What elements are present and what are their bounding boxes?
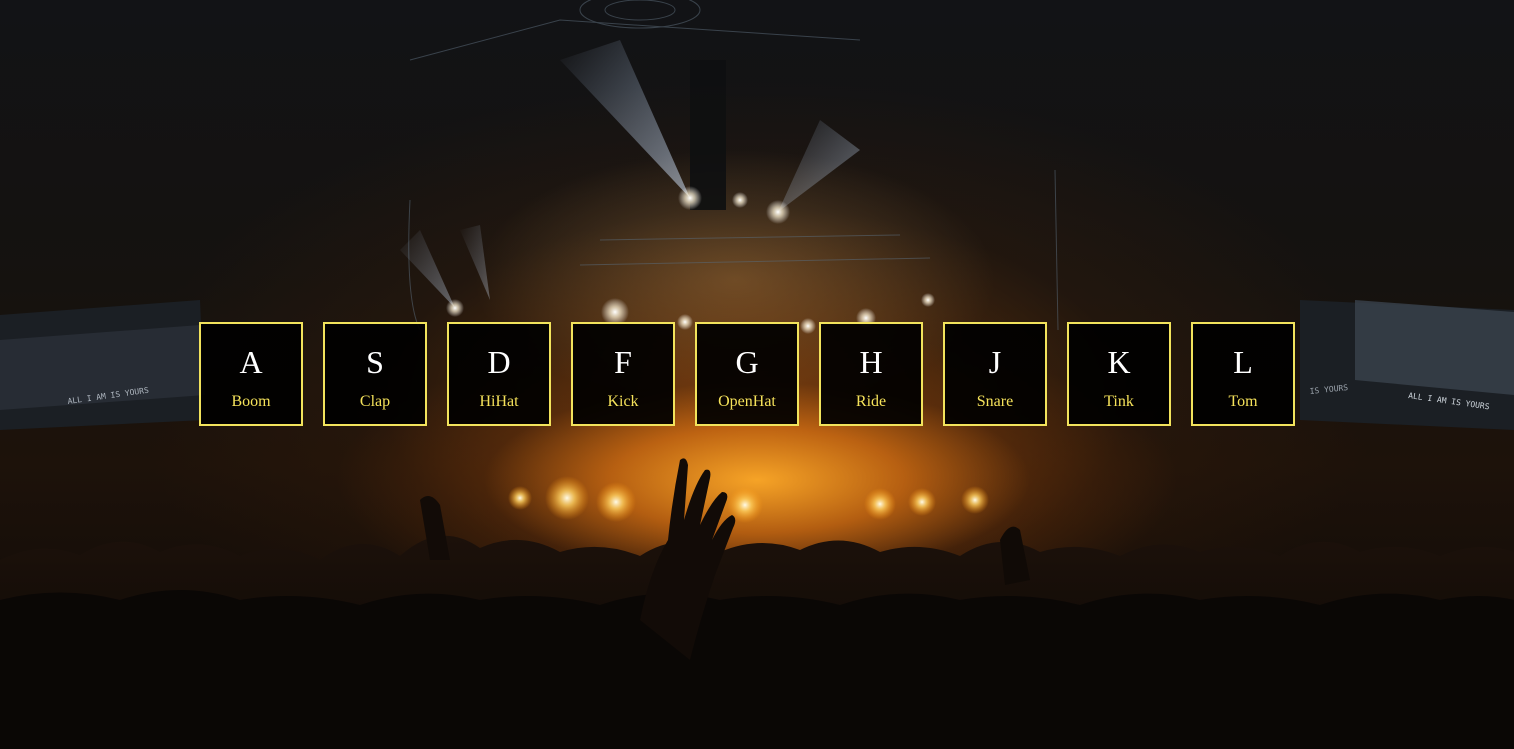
- key-letter: G: [735, 344, 759, 380]
- key-letter: D: [487, 344, 511, 380]
- key-j-snare[interactable]: J Snare: [943, 322, 1047, 426]
- key-s-clap[interactable]: S Clap: [323, 322, 427, 426]
- sound-label: Tink: [1104, 393, 1134, 410]
- sound-label: Clap: [359, 393, 391, 410]
- sound-label: Boom: [231, 393, 271, 410]
- sound-label: Snare: [976, 393, 1014, 410]
- key-g-openhat[interactable]: G OpenHat: [695, 322, 799, 426]
- drum-keys: A Boom S Clap D HiHat F Kick G OpenHat H…: [199, 322, 1299, 428]
- sound-label: Kick: [607, 393, 639, 410]
- left-video-screen: ALL I AM IS YOURS: [0, 300, 205, 430]
- key-letter: A: [239, 344, 263, 380]
- sound-label: Tom: [1228, 393, 1258, 410]
- light-beams: [400, 40, 860, 308]
- key-h-ride[interactable]: H Ride: [819, 322, 923, 426]
- key-letter: S: [366, 344, 384, 380]
- sound-label: Ride: [855, 393, 887, 410]
- key-letter: K: [1107, 344, 1131, 380]
- key-letter: L: [1233, 344, 1253, 380]
- sound-label: HiHat: [479, 393, 519, 410]
- key-letter: F: [614, 344, 632, 380]
- right-video-screen: ALL I AM IS YOURS IS YOURS: [1300, 300, 1514, 430]
- key-d-hihat[interactable]: D HiHat: [447, 322, 551, 426]
- key-letter: H: [859, 344, 883, 380]
- key-f-kick[interactable]: F Kick: [571, 322, 675, 426]
- sound-label: OpenHat: [718, 393, 776, 410]
- key-l-tom[interactable]: L Tom: [1191, 322, 1295, 426]
- key-k-tink[interactable]: K Tink: [1067, 322, 1171, 426]
- key-letter: J: [988, 344, 1002, 380]
- key-a-boom[interactable]: A Boom: [199, 322, 303, 426]
- stage-rig: [408, 0, 1059, 331]
